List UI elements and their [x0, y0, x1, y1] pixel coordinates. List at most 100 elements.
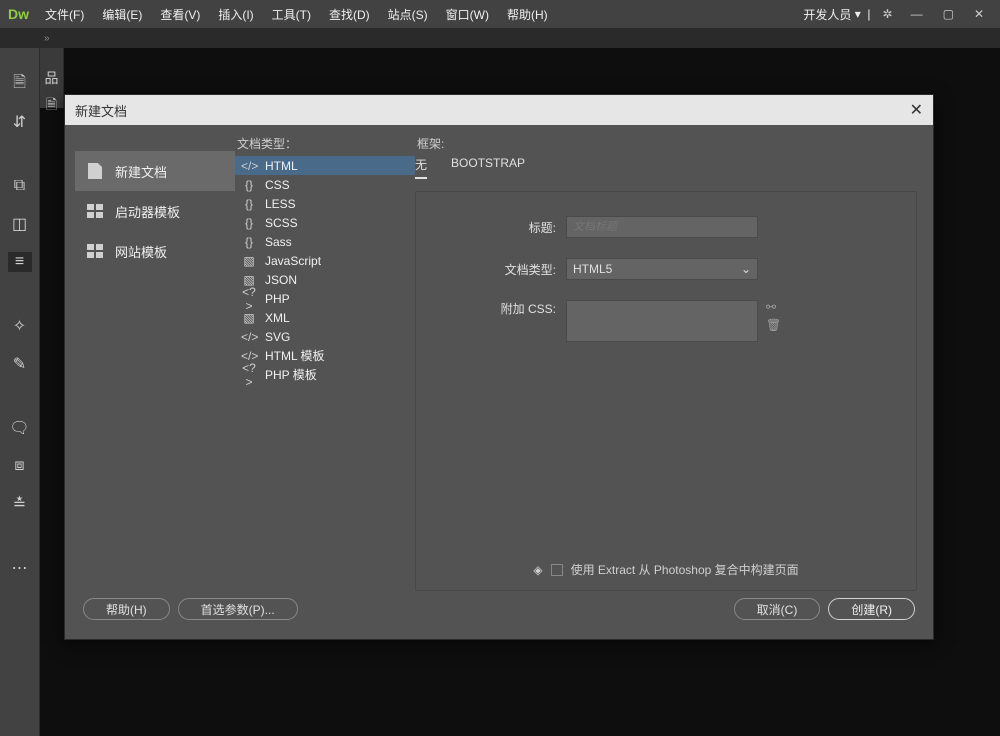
doc-type-php[interactable]: <?>PHP	[235, 289, 415, 308]
script-icon: ▧	[241, 311, 257, 325]
doc-type-json[interactable]: ▧JSON	[235, 270, 415, 289]
doc-type-html[interactable]: </> HTML	[235, 156, 415, 175]
code-icon: </>	[241, 159, 257, 173]
menu-tools[interactable]: 工具(T)	[272, 6, 311, 23]
doc-panel-icon[interactable]: 🗎	[46, 94, 57, 118]
braces-icon: {}	[241, 216, 257, 230]
doc-type-label: HTML 模板	[265, 347, 325, 364]
doc-type-label: HTML	[265, 159, 298, 173]
file-tool-icon[interactable]: 🗎	[8, 74, 32, 94]
dialog-title: 新建文档	[75, 101, 127, 120]
doctype-label: 文档类型:	[436, 261, 556, 278]
doc-type-label: PHP	[265, 292, 290, 306]
menu-help[interactable]: 帮助(H)	[507, 6, 548, 23]
doc-type-php-template[interactable]: <?>PHP 模板	[235, 365, 415, 384]
braces-icon: {}	[241, 235, 257, 249]
menu-site[interactable]: 站点(S)	[388, 6, 428, 23]
arrows-tool-icon[interactable]: ⇵	[8, 112, 32, 132]
workspace-switcher[interactable]: 开发人员 ▾ |	[803, 6, 870, 23]
wand-tool-icon[interactable]: ✧	[8, 316, 32, 336]
extract-icon: ◈	[533, 563, 542, 577]
menu-find[interactable]: 查找(D)	[329, 6, 370, 23]
gear-icon[interactable]: ✲	[883, 7, 893, 21]
create-button[interactable]: 创建(R)	[828, 598, 915, 620]
dialog-close-icon[interactable]: ✕	[910, 100, 923, 120]
tool-rail: 🗎 ⇵ ⧉ ◫ ≡ ✧ ✎ 🗨 ⧈ ≛ ⋯	[0, 48, 40, 736]
split-tool-icon[interactable]: ◫	[8, 214, 32, 234]
doc-type-xml[interactable]: ▧ XML	[235, 308, 415, 327]
app-logo: Dw	[8, 6, 29, 22]
braces-icon: {}	[241, 178, 257, 192]
close-window-icon[interactable]: ✕	[974, 7, 984, 21]
title-input[interactable]	[566, 216, 758, 238]
link-icon[interactable]: ⚯	[766, 300, 781, 314]
title-label: 标题:	[436, 219, 556, 236]
sitemap-icon[interactable]: 品	[45, 68, 59, 88]
script-icon: ▧	[241, 254, 257, 268]
doc-type-label: LESS	[265, 197, 296, 211]
category-column: 新建文档 启动器模板 网站模板	[75, 135, 235, 595]
dock-tool-icon[interactable]: ≡	[8, 252, 32, 272]
workspace-label: 开发人员	[803, 6, 851, 23]
doc-type-label: SVG	[265, 330, 290, 344]
menu-edit[interactable]: 编辑(E)	[102, 6, 142, 23]
code-tool-icon[interactable]: ⧉	[8, 176, 32, 196]
doctype-value: HTML5	[573, 262, 612, 276]
sliders-tool-icon[interactable]: ≛	[8, 494, 32, 514]
comment-tool-icon[interactable]: 🗨	[8, 418, 32, 438]
framework-heading: 框架:	[415, 135, 917, 152]
more-tool-icon[interactable]: ⋯	[8, 558, 32, 578]
category-site-templates[interactable]: 网站模板	[75, 231, 235, 271]
framework-tab-none[interactable]: 无	[415, 156, 427, 179]
help-button[interactable]: 帮助(H)	[83, 598, 170, 620]
cancel-button[interactable]: 取消(C)	[734, 598, 821, 620]
extract-label: 使用 Extract 从 Photoshop 复合中构建页面	[571, 561, 799, 578]
doc-type-list: </> HTML {} CSS {} LESS {}SCSS {}Sass ▧ Java…	[235, 156, 415, 384]
extract-checkbox[interactable]	[551, 564, 563, 576]
category-label: 启动器模板	[115, 202, 180, 221]
panel-tool-icon[interactable]: ⧈	[8, 456, 32, 476]
extract-row: ◈ 使用 Extract 从 Photoshop 复合中构建页面	[436, 561, 896, 578]
doctype-select[interactable]: HTML5 ⌄	[566, 258, 758, 280]
tabstrip: »	[0, 28, 1000, 48]
tab-arrow-icon[interactable]: »	[44, 33, 50, 44]
menubar: Dw 文件(F) 编辑(E) 查看(V) 插入(I) 工具(T) 查找(D) 站…	[0, 0, 1000, 28]
dialog-footer: 帮助(H) 首选参数(P)... 取消(C) 创建(R)	[75, 595, 923, 629]
doc-type-label: JavaScript	[265, 254, 321, 268]
doc-type-scss[interactable]: {}SCSS	[235, 213, 415, 232]
braces-icon: {}	[241, 197, 257, 211]
tiles-icon	[85, 241, 105, 261]
php-icon: <?>	[241, 285, 257, 313]
maximize-icon[interactable]: ▢	[943, 7, 954, 21]
category-starter-templates[interactable]: 启动器模板	[75, 191, 235, 231]
new-document-dialog: 新建文档 ✕ 新建文档 启动器模板 网站模板	[64, 94, 934, 640]
document-icon	[85, 161, 105, 181]
framework-tab-bootstrap[interactable]: BOOTSTRAP	[451, 156, 525, 179]
minimize-icon[interactable]: —	[911, 7, 923, 21]
doc-type-less[interactable]: {} LESS	[235, 194, 415, 213]
doc-type-javascript[interactable]: ▧ JavaScript	[235, 251, 415, 270]
doc-type-sass[interactable]: {}Sass	[235, 232, 415, 251]
menu-view[interactable]: 查看(V)	[160, 6, 200, 23]
category-label: 新建文档	[115, 162, 167, 181]
panel-dock: 品 🗎	[40, 48, 64, 108]
chevron-down-icon: ⌄	[741, 262, 751, 276]
doc-type-css[interactable]: {} CSS	[235, 175, 415, 194]
trash-icon[interactable]: 🗑	[766, 318, 781, 332]
menu-file[interactable]: 文件(F)	[45, 6, 84, 23]
dialog-titlebar: 新建文档 ✕	[65, 95, 933, 125]
menu-insert[interactable]: 插入(I)	[218, 6, 253, 23]
doc-type-svg[interactable]: </> SVG	[235, 327, 415, 346]
doc-type-heading: 文档类型：	[235, 135, 415, 152]
doc-type-label: PHP 模板	[265, 366, 317, 383]
doc-type-label: XML	[265, 311, 290, 325]
brush-tool-icon[interactable]: ✎	[8, 354, 32, 374]
doc-type-label: CSS	[265, 178, 290, 192]
css-attach-box[interactable]	[566, 300, 758, 342]
category-new-document[interactable]: 新建文档	[75, 151, 235, 191]
menu-window[interactable]: 窗口(W)	[446, 6, 489, 23]
doc-type-html-template[interactable]: </>HTML 模板	[235, 346, 415, 365]
code-icon: </>	[241, 330, 257, 344]
form-column: 框架: 无 BOOTSTRAP 标题: 文档类型: HTML5 ⌄	[415, 135, 923, 595]
preferences-button[interactable]: 首选参数(P)...	[178, 598, 298, 620]
